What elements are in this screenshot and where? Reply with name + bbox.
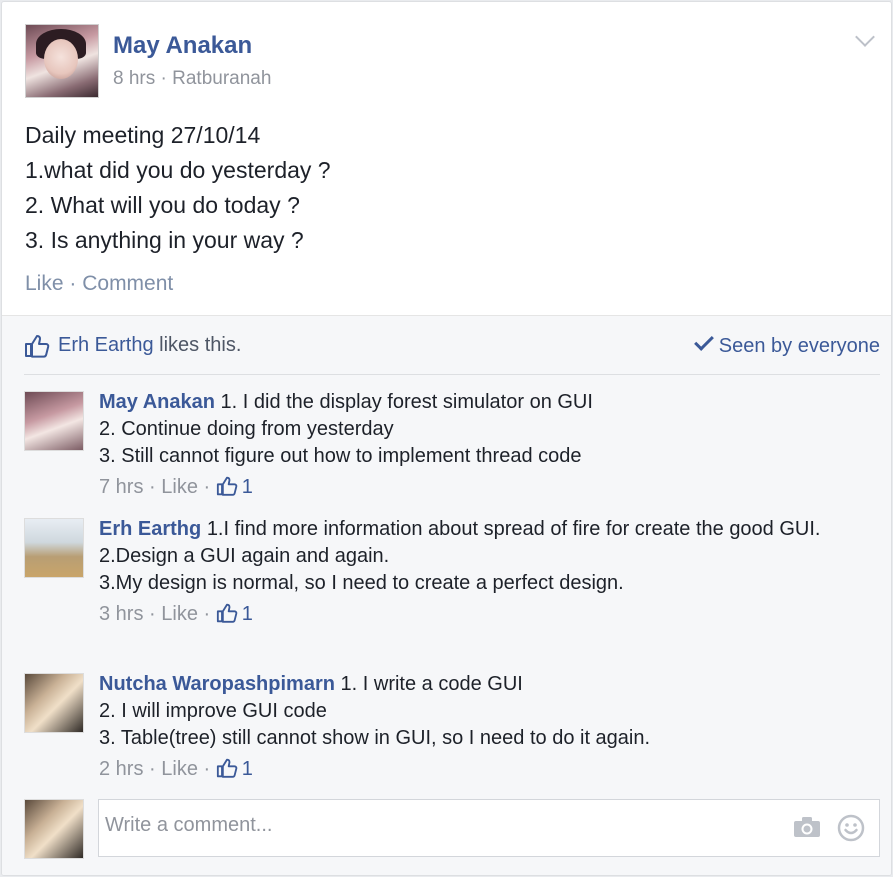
comment-placeholder: Write a comment... (105, 814, 273, 836)
comment-meta: 3 hrs · Like · 1 (99, 603, 253, 625)
post-header: May Anakan 8 hrs · Ratburanah (25, 24, 855, 98)
likes-summary: Erh Earthg likes this. (58, 334, 241, 357)
current-user-avatar (24, 799, 84, 859)
smiley-icon[interactable] (837, 814, 865, 842)
comment-meta: 7 hrs · Like · 1 (99, 476, 253, 498)
comment-item: Erh Earthg 1.I find more information abo… (24, 516, 880, 656)
likes-row: Erh Earthg likes this. Seen by everyone (24, 331, 880, 362)
comment-avatar[interactable] (24, 391, 84, 451)
comment-line: 3. Still cannot figure out how to implem… (99, 445, 582, 467)
likes-suffix: likes this. (153, 334, 242, 356)
action-separator: · (69, 272, 77, 295)
like-button[interactable]: Like (25, 272, 64, 295)
camera-icon[interactable] (793, 816, 821, 838)
comment-line: 2. I will improve GUI code (99, 700, 327, 722)
post-meta: 8 hrs · Ratburanah (113, 68, 271, 90)
seen-by[interactable]: Seen by everyone (693, 331, 880, 358)
thumbs-up-icon (216, 476, 238, 496)
comment-line: 1. I did the display forest simulator on… (220, 391, 593, 413)
comment-line: 3. Table(tree) still cannot show in GUI,… (99, 727, 651, 749)
comment-meta: 2 hrs · Like · 1 (99, 758, 253, 780)
comment-line: 2.Design a GUI again and again. (99, 545, 390, 567)
write-comment-row: Write a comment... (24, 799, 880, 859)
comment-time[interactable]: 7 hrs (99, 476, 143, 498)
post-line: Daily meeting 27/10/14 (25, 122, 261, 148)
author-name[interactable]: May Anakan (113, 32, 252, 60)
author-avatar[interactable] (25, 24, 99, 98)
comments-section: Erh Earthg likes this. Seen by everyone … (2, 315, 891, 875)
comment-like-button[interactable]: Like (161, 603, 198, 625)
post-card: May Anakan 8 hrs · Ratburanah Daily meet… (1, 1, 892, 876)
chevron-down-icon[interactable] (855, 27, 875, 47)
post-line: 2. What will you do today ? (25, 192, 300, 218)
like-count[interactable]: 1 (242, 603, 253, 625)
comment-button[interactable]: Comment (82, 272, 173, 295)
like-count[interactable]: 1 (242, 758, 253, 780)
comment-like-button[interactable]: Like (161, 758, 198, 780)
comment-author[interactable]: May Anakan (99, 391, 215, 413)
comment-line: 3.My design is normal, so I need to crea… (99, 572, 624, 594)
post-line: 3. Is anything in your way ? (25, 227, 304, 253)
seen-label: Seen by everyone (718, 335, 880, 357)
comment-time[interactable]: 2 hrs (99, 758, 143, 780)
avatar-face (44, 39, 78, 79)
post-body: Daily meeting 27/10/14 1.what did you do… (25, 118, 865, 258)
comment-author[interactable]: Nutcha Waropashpimarn (99, 673, 335, 695)
comment-time[interactable]: 3 hrs (99, 603, 143, 625)
comment-text: May Anakan 1. I did the display forest s… (99, 389, 879, 501)
post-time[interactable]: 8 hrs (113, 68, 155, 89)
divider (24, 374, 880, 375)
comment-text: Nutcha Waropashpimarn 1. I write a code … (99, 671, 879, 783)
comment-text: Erh Earthg 1.I find more information abo… (99, 516, 879, 628)
thumbs-up-icon (216, 603, 238, 623)
comment-author[interactable]: Erh Earthg (99, 518, 201, 540)
comment-avatar[interactable] (24, 673, 84, 733)
comment-input[interactable]: Write a comment... (98, 799, 880, 857)
comment-line: 2. Continue doing from yesterday (99, 418, 394, 440)
post-location[interactable]: Ratburanah (172, 68, 271, 89)
post-actions: Like · Comment (25, 272, 173, 296)
comment-line: 1.I find more information about spread o… (206, 518, 821, 540)
post-line: 1.what did you do yesterday ? (25, 157, 331, 183)
liker-name[interactable]: Erh Earthg (58, 334, 154, 356)
thumbs-up-icon (216, 758, 238, 778)
comment-avatar[interactable] (24, 518, 84, 578)
comment-item: Nutcha Waropashpimarn 1. I write a code … (24, 671, 880, 781)
comment-line: 1. I write a code GUI (340, 673, 523, 695)
like-count[interactable]: 1 (242, 476, 253, 498)
thumbs-up-icon (25, 335, 50, 358)
meta-separator: · (160, 68, 167, 89)
comment-item: May Anakan 1. I did the display forest s… (24, 389, 880, 499)
comment-like-button[interactable]: Like (161, 476, 198, 498)
checkmark-icon (693, 331, 714, 351)
